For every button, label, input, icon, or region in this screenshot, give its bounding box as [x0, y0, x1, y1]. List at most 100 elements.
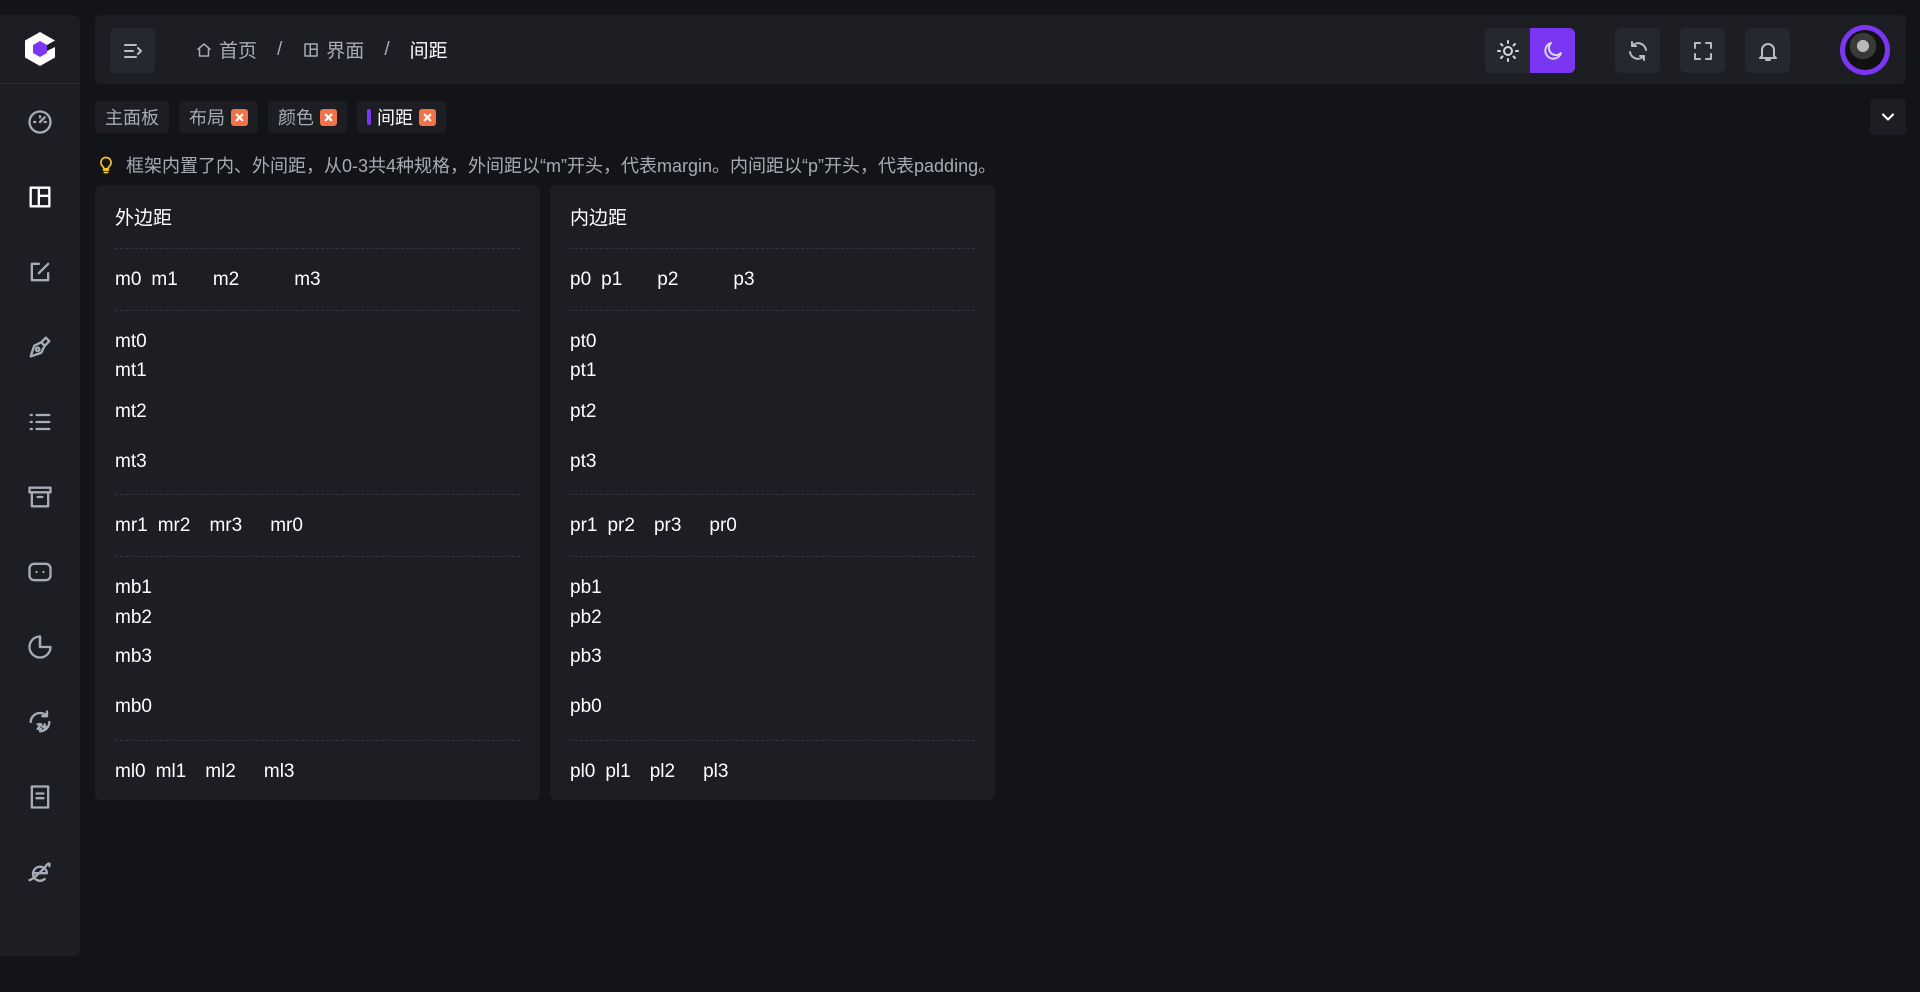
moon-icon: [1543, 41, 1562, 60]
tab-dashboard[interactable]: 主面板: [95, 101, 169, 133]
user-avatar[interactable]: [1840, 25, 1890, 75]
nav-24h[interactable]: [0, 684, 80, 759]
demo-item: ml1: [155, 760, 187, 782]
demo-item: mb1: [115, 577, 152, 598]
nav-pen[interactable]: [0, 309, 80, 384]
breadcrumb-home-label: 首页: [219, 41, 258, 62]
tab-close-button[interactable]: [320, 108, 337, 126]
fullscreen-button[interactable]: [1680, 28, 1725, 73]
tab-label: 主面板: [105, 108, 159, 128]
chart-pie-icon: [28, 634, 52, 659]
lightbulb-icon: [100, 156, 112, 174]
refresh-icon: [1628, 40, 1647, 61]
nav-archive[interactable]: [0, 459, 80, 534]
demo-item: pt3: [570, 451, 597, 472]
nav-layout[interactable]: [0, 159, 80, 234]
refresh-button[interactable]: [1615, 28, 1660, 73]
app-logo[interactable]: [0, 15, 80, 84]
nav-dashboard[interactable]: [0, 84, 80, 159]
demo-item: ml0: [115, 760, 146, 782]
card-title: 内边距: [570, 185, 975, 249]
demo-item: pb2: [570, 607, 602, 628]
demo-item: mt0: [115, 331, 147, 352]
padding-top-row: pt0 pt1 pt2 pt3: [570, 311, 975, 495]
close-icon: [235, 113, 244, 121]
padding-card: 内边距 p0 p1 p2 p3 pt0 pt1 pt2 pt3 pr1 pr2 …: [550, 185, 995, 800]
breadcrumb-separator: /: [277, 38, 283, 60]
sidebar-toggle-button[interactable]: [110, 28, 155, 73]
demo-item: m3: [294, 268, 321, 290]
dark-mode-button[interactable]: [1530, 28, 1575, 73]
demo-item: mt2: [115, 401, 147, 422]
tab-spacing[interactable]: 间距: [357, 101, 446, 133]
demo-item: p0: [570, 268, 592, 290]
demo-item: pb3: [570, 646, 602, 667]
tip-message: 框架内置了内、外间距，从0-3共4种规格，外间距以“m”开头，代表margin。…: [96, 153, 996, 177]
demo-item: pb0: [570, 696, 602, 717]
nav-chart[interactable]: [0, 609, 80, 684]
breadcrumb-current-label: 间距: [409, 41, 448, 62]
demo-item: m0: [115, 268, 142, 290]
home-icon: [197, 42, 211, 57]
tab-label: 颜色: [278, 108, 314, 128]
sidebar-nav: [0, 84, 80, 909]
nav-list[interactable]: [0, 384, 80, 459]
padding-left-row: pl0 pl1 pl2 pl3: [570, 741, 975, 802]
light-mode-button[interactable]: [1485, 28, 1530, 73]
breadcrumb-section[interactable]: 界面: [302, 36, 364, 63]
notification-button[interactable]: [1745, 28, 1790, 73]
padding-bottom-row: pb1 pb2 pb3 pb0: [570, 557, 975, 741]
tab-label: 间距: [377, 108, 413, 128]
demo-item: pl3: [703, 760, 729, 782]
demo-item: m1: [151, 268, 178, 290]
demo-item: mr0: [270, 514, 303, 536]
demo-item: pl1: [605, 760, 631, 782]
layout-icon: [29, 186, 51, 207]
margin-top-row: mt0 mt1 mt2 mt3: [115, 311, 520, 495]
margin-all-row: m0 m1 m2 m3: [115, 249, 520, 311]
demo-item: pr0: [709, 514, 737, 536]
sun-icon: [1496, 39, 1519, 62]
breadcrumb-home[interactable]: 首页: [195, 36, 257, 63]
tab-close-button[interactable]: [231, 108, 248, 126]
tab-layout[interactable]: 布局: [179, 101, 258, 133]
padding-all-row: p0 p1 p2 p3: [570, 249, 975, 311]
nav-edit[interactable]: [0, 234, 80, 309]
tab-label: 布局: [189, 108, 225, 128]
tip-text: 框架内置了内、外间距，从0-3共4种规格，外间距以“m”开头，代表margin。…: [126, 156, 997, 176]
edit-icon: [30, 262, 50, 281]
demo-item: pt1: [570, 360, 597, 381]
demo-item: pl2: [649, 760, 676, 782]
theme-toggle[interactable]: [1485, 28, 1575, 73]
close-icon: [324, 113, 333, 121]
fullscreen-icon: [1693, 41, 1712, 60]
archive-icon: [28, 486, 52, 507]
nav-document[interactable]: [0, 759, 80, 834]
tabs-more-button[interactable]: [1870, 99, 1906, 135]
demo-item: pl0: [570, 760, 596, 782]
demo-item: mr2: [157, 514, 191, 536]
nav-browser[interactable]: [0, 834, 80, 909]
breadcrumb-section-label: 界面: [326, 41, 365, 62]
tab-colors[interactable]: 颜色: [268, 101, 347, 133]
demo-item: mr3: [209, 514, 243, 536]
margin-bottom-row: mb1 mb2 mb3 mb0: [115, 557, 520, 741]
breadcrumb: 首页 / 界面 / 间距: [195, 15, 448, 84]
browser-icon: [28, 861, 51, 882]
demo-item: m2: [212, 268, 240, 290]
demo-item: ml2: [205, 760, 236, 782]
document-icon: [30, 784, 50, 809]
clock-24-icon: [29, 709, 51, 732]
demo-item: pt2: [570, 401, 597, 422]
nav-chat[interactable]: [0, 534, 80, 609]
card-title: 外边距: [115, 185, 520, 249]
tab-close-button[interactable]: [419, 108, 436, 126]
demo-item: mb2: [115, 607, 152, 628]
breadcrumb-current: 间距: [410, 36, 448, 63]
breadcrumb-separator: /: [384, 38, 390, 60]
demo-item: p1: [601, 268, 623, 290]
avatar-image: [1845, 30, 1885, 70]
padding-right-row: pr1 pr2 pr3 pr0: [570, 495, 975, 557]
sidebar: [0, 15, 80, 956]
logo-icon: [25, 32, 55, 66]
